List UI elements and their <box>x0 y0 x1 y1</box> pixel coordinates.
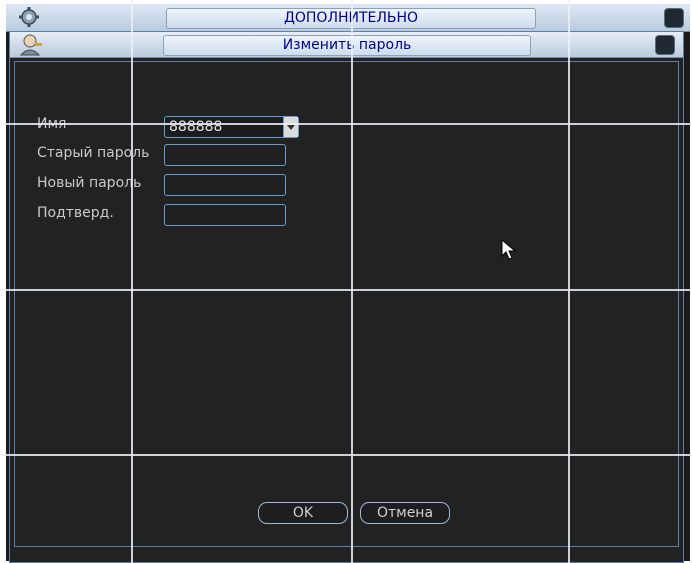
grid-line <box>131 0 133 563</box>
grid-line <box>0 123 692 125</box>
ok-button[interactable]: OK <box>258 502 348 524</box>
new-password-input[interactable] <box>164 174 286 196</box>
grid-line <box>351 0 353 563</box>
dialog-title-bar: Изменить пароль <box>10 32 683 58</box>
new-password-label: Новый пароль <box>37 175 142 191</box>
parent-title-bar: ДОПОЛНИТЕЛЬНО <box>6 4 690 32</box>
dialog-content: Имя 888888 Старый пароль Новый пароль По… <box>14 61 679 547</box>
confirm-password-input[interactable] <box>164 204 286 226</box>
screen: ДОПОЛНИТЕЛЬНО Изменить пароль Имя 888888… <box>0 0 692 563</box>
dialog-title: Изменить пароль <box>163 35 531 56</box>
close-icon[interactable] <box>655 35 675 55</box>
grid-line <box>0 289 692 291</box>
user-select-value: 888888 <box>169 119 223 135</box>
user-select[interactable]: 888888 <box>164 116 299 138</box>
grid-line <box>568 0 570 563</box>
dropdown-arrow-icon[interactable] <box>283 117 298 137</box>
cancel-button[interactable]: Отмена <box>360 502 450 524</box>
gear-icon <box>19 7 39 27</box>
confirm-password-label: Подтверд. <box>37 205 114 221</box>
mouse-cursor-icon <box>501 239 517 260</box>
user-key-icon <box>19 34 42 56</box>
close-icon[interactable] <box>664 8 684 28</box>
grid-line <box>0 454 692 456</box>
old-password-input[interactable] <box>164 144 286 166</box>
change-password-dialog: Изменить пароль Имя 888888 Старый пароль… <box>9 31 684 563</box>
